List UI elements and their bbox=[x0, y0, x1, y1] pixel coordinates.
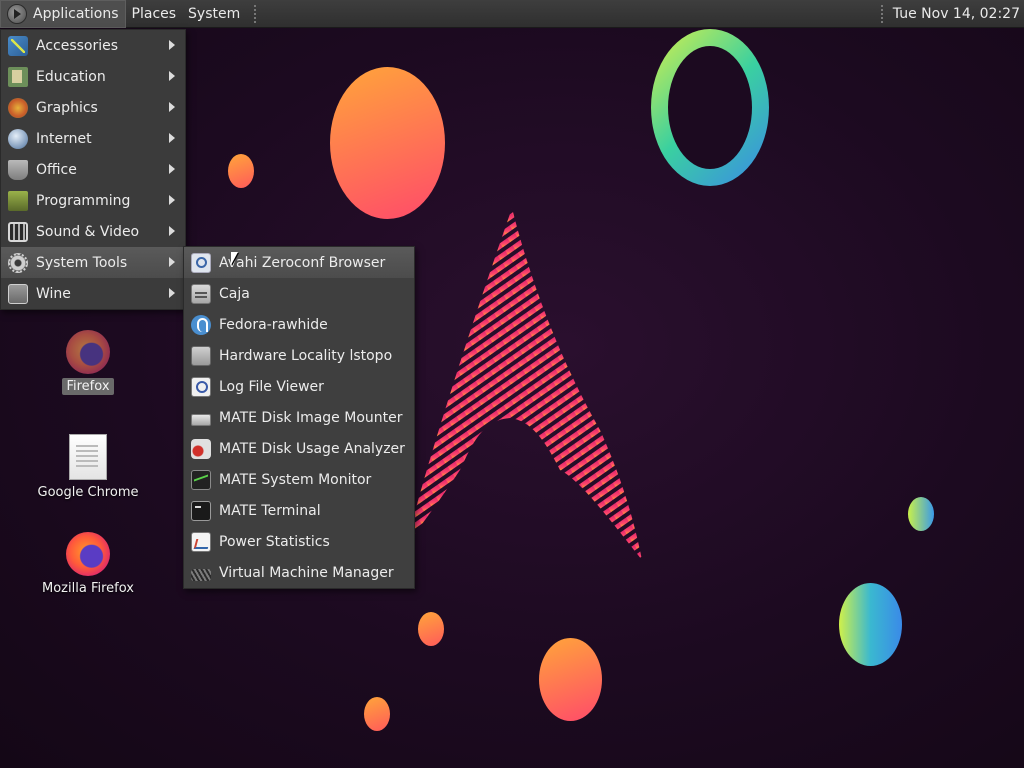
system-monitor-icon bbox=[191, 469, 211, 490]
submenu-arrow-icon bbox=[169, 71, 175, 81]
menu-item-virtual-machine-manager[interactable]: Virtual Machine Manager bbox=[184, 557, 414, 588]
power-statistics-icon bbox=[191, 531, 211, 552]
menu-item-log-file-viewer[interactable]: Log File Viewer bbox=[184, 371, 414, 402]
panel-separator bbox=[880, 5, 887, 23]
sound-video-icon bbox=[8, 221, 28, 242]
submenu-arrow-icon bbox=[169, 102, 175, 112]
top-panel: Applications Places System Tue Nov 14, 0… bbox=[0, 0, 1024, 28]
menu-item-label: MATE Disk Usage Analyzer bbox=[219, 440, 405, 457]
submenu-arrow-icon bbox=[169, 40, 175, 50]
avahi-icon bbox=[191, 252, 211, 273]
menu-item-label: Programming bbox=[36, 192, 131, 209]
submenu-arrow-icon bbox=[169, 164, 175, 174]
graphics-icon bbox=[8, 97, 28, 118]
system-tools-icon bbox=[8, 252, 28, 273]
submenu-arrow-icon bbox=[169, 226, 175, 236]
menu-item-label: System Tools bbox=[36, 254, 128, 271]
menu-item-office[interactable]: Office bbox=[1, 154, 185, 185]
desktop-icon-label: Mozilla Firefox bbox=[42, 581, 134, 596]
menu-item-terminal[interactable]: MATE Terminal bbox=[184, 495, 414, 526]
menu-item-programming[interactable]: Programming bbox=[1, 185, 185, 216]
distro-logo-icon bbox=[7, 3, 27, 24]
applications-label: Applications bbox=[33, 5, 119, 22]
office-icon bbox=[8, 159, 28, 180]
menu-item-internet[interactable]: Internet bbox=[1, 123, 185, 154]
menu-item-label: Log File Viewer bbox=[219, 378, 324, 395]
desktop-icon-mozilla-firefox[interactable]: Mozilla Firefox bbox=[28, 532, 148, 597]
submenu-arrow-icon bbox=[169, 195, 175, 205]
panel-separator bbox=[254, 4, 260, 23]
menu-item-label: Internet bbox=[36, 130, 92, 147]
menu-item-disk-usage-analyzer[interactable]: MATE Disk Usage Analyzer bbox=[184, 433, 414, 464]
system-tools-submenu: Avahi Zeroconf Browser Caja Fedora-rawhi… bbox=[183, 246, 415, 589]
menu-item-label: Office bbox=[36, 161, 77, 178]
fedora-icon bbox=[191, 314, 211, 335]
programming-icon bbox=[8, 190, 28, 211]
firefox-icon bbox=[66, 330, 110, 374]
submenu-arrow-icon bbox=[169, 133, 175, 143]
menu-item-label: Sound & Video bbox=[36, 223, 140, 240]
desktop-icon-label: Google Chrome bbox=[37, 485, 139, 500]
vmm-icon bbox=[191, 568, 211, 581]
menu-item-power-statistics[interactable]: Power Statistics bbox=[184, 526, 414, 557]
menu-item-label: Power Statistics bbox=[219, 533, 330, 550]
document-icon bbox=[69, 434, 107, 480]
menu-item-accessories[interactable]: Accessories bbox=[1, 30, 185, 61]
applications-menu-button[interactable]: Applications bbox=[0, 0, 126, 28]
menu-item-system-tools[interactable]: System Tools bbox=[1, 247, 185, 278]
menu-item-label: Education bbox=[36, 68, 106, 85]
panel-clock-area: Tue Nov 14, 02:27 bbox=[880, 0, 1024, 28]
disk-usage-icon bbox=[191, 438, 211, 459]
applications-menu: Accessories Education Graphics Internet … bbox=[0, 29, 186, 310]
caja-icon bbox=[191, 283, 211, 304]
submenu-arrow-icon bbox=[169, 288, 175, 298]
accessories-icon bbox=[8, 35, 28, 56]
menu-item-caja[interactable]: Caja bbox=[184, 278, 414, 309]
menu-item-avahi-zeroconf-browser[interactable]: Avahi Zeroconf Browser bbox=[184, 247, 414, 278]
disk-mounter-icon bbox=[191, 413, 211, 426]
system-menu-button[interactable]: System bbox=[182, 0, 246, 28]
wine-icon bbox=[8, 283, 28, 304]
menu-item-label: Avahi Zeroconf Browser bbox=[219, 254, 386, 271]
hardware-icon bbox=[191, 345, 211, 366]
menu-item-label: MATE Terminal bbox=[219, 502, 321, 519]
menu-item-hardware-locality[interactable]: Hardware Locality lstopo bbox=[184, 340, 414, 371]
menu-item-label: Accessories bbox=[36, 37, 119, 54]
clock[interactable]: Tue Nov 14, 02:27 bbox=[893, 6, 1024, 22]
mouse-cursor-icon bbox=[231, 252, 238, 265]
places-menu-button[interactable]: Places bbox=[126, 0, 183, 28]
desktop-icon-google-chrome[interactable]: Google Chrome bbox=[28, 434, 148, 501]
menu-item-graphics[interactable]: Graphics bbox=[1, 92, 185, 123]
menu-item-label: Graphics bbox=[36, 99, 98, 116]
log-viewer-icon bbox=[191, 376, 211, 397]
education-icon bbox=[8, 66, 28, 87]
submenu-arrow-icon bbox=[169, 257, 175, 267]
menu-item-label: Wine bbox=[36, 285, 71, 302]
menu-item-label: Fedora-rawhide bbox=[219, 316, 328, 333]
menu-item-label: Caja bbox=[219, 285, 250, 302]
menu-item-label: Hardware Locality lstopo bbox=[219, 347, 393, 364]
menu-item-system-monitor[interactable]: MATE System Monitor bbox=[184, 464, 414, 495]
menu-item-fedora-rawhide[interactable]: Fedora-rawhide bbox=[184, 309, 414, 340]
menu-item-wine[interactable]: Wine bbox=[1, 278, 185, 309]
desktop-icon-firefox[interactable]: Firefox bbox=[28, 330, 148, 395]
menu-item-education[interactable]: Education bbox=[1, 61, 185, 92]
terminal-icon bbox=[191, 500, 211, 521]
menu-item-sound-video[interactable]: Sound & Video bbox=[1, 216, 185, 247]
menu-item-label: Virtual Machine Manager bbox=[219, 564, 394, 581]
menu-item-label: MATE System Monitor bbox=[219, 471, 372, 488]
desktop-icon-label: Firefox bbox=[62, 378, 114, 395]
internet-icon bbox=[8, 128, 28, 149]
menu-item-disk-image-mounter[interactable]: MATE Disk Image Mounter bbox=[184, 402, 414, 433]
menu-item-label: MATE Disk Image Mounter bbox=[219, 409, 403, 426]
firefox-icon bbox=[66, 532, 110, 576]
